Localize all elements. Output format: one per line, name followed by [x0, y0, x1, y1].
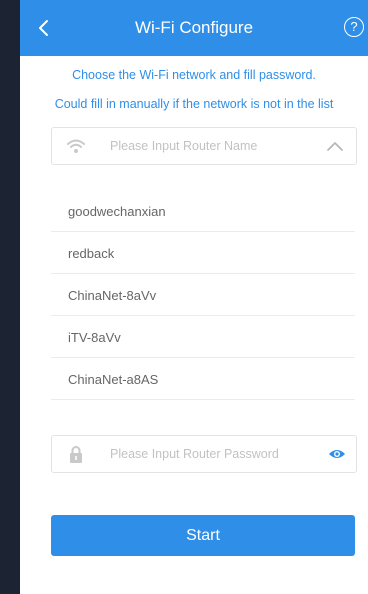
network-list-item[interactable]: ChinaNet-a8AS: [51, 358, 355, 400]
router-password-input[interactable]: Please Input Router Password: [51, 435, 357, 473]
help-icon[interactable]: ?: [344, 17, 364, 37]
lock-icon: [70, 446, 82, 463]
wifi-configure-screen: Wi-Fi Configure ? Choose the Wi-Fi netwo…: [20, 0, 368, 594]
network-list-item[interactable]: iTV-8aVv: [51, 316, 355, 358]
network-list-item[interactable]: redback: [51, 232, 355, 274]
eye-icon[interactable]: [328, 447, 346, 461]
network-list: goodwechanxian redback ChinaNet-8aVv iTV…: [51, 190, 355, 400]
header-bar: Wi-Fi Configure ?: [20, 0, 368, 56]
router-name-input[interactable]: Please Input Router Name: [51, 127, 357, 165]
start-button[interactable]: Start: [51, 515, 355, 556]
instruction-text-2: Could fill in manually if the network is…: [54, 97, 334, 111]
router-name-placeholder: Please Input Router Name: [110, 139, 258, 153]
network-list-item[interactable]: goodwechanxian: [51, 190, 355, 232]
page-title: Wi-Fi Configure: [134, 18, 254, 37]
network-list-item[interactable]: ChinaNet-8aVv: [51, 274, 355, 316]
wifi-icon: [67, 139, 85, 153]
chevron-up-icon[interactable]: [326, 140, 344, 152]
router-password-placeholder: Please Input Router Password: [110, 447, 279, 461]
device-frame: [0, 0, 20, 594]
instruction-text-1: Choose the Wi-Fi network and fill passwo…: [72, 68, 316, 82]
